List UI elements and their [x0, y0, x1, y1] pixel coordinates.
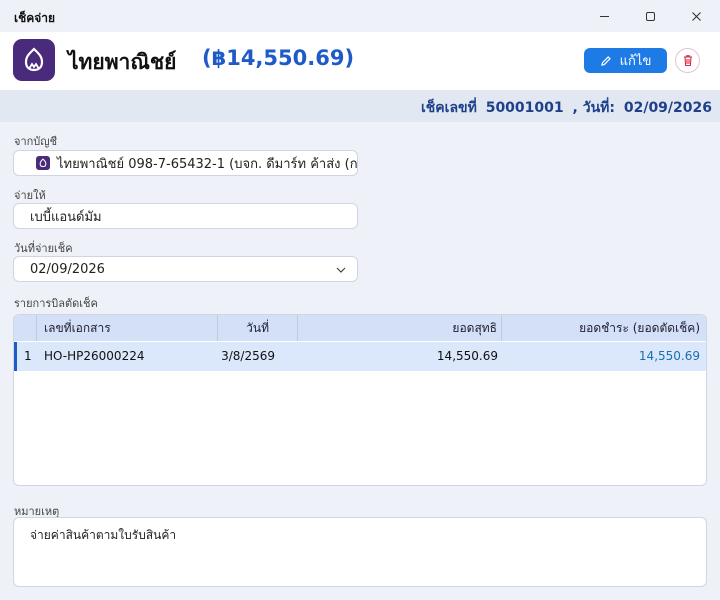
row-net: 14,550.69 — [436, 349, 498, 363]
header-paid[interactable]: ยอดชำระ (ยอดตัดเช็ค) — [502, 315, 706, 341]
cheque-amount: (฿14,550.69) — [202, 46, 355, 70]
close-button[interactable] — [673, 4, 719, 28]
bank-logo — [13, 39, 55, 81]
delete-button[interactable] — [675, 48, 700, 73]
from-account-label: จากบัญชี — [14, 135, 58, 148]
row-index: 1 — [24, 349, 32, 363]
row-paid[interactable]: 14,550.69 — [502, 342, 706, 371]
trash-icon — [683, 55, 692, 67]
from-account-value: ไทยพาณิชย์ 098-7-65432-1 (บจก. ดีมาร์ท ค… — [57, 156, 358, 172]
from-account-field[interactable]: ไทยพาณิชย์ 098-7-65432-1 (บจก. ดีมาร์ท ค… — [13, 150, 358, 176]
row-date: 3/8/2569 — [221, 349, 275, 363]
header-net[interactable]: ยอดสุทธิ — [298, 315, 502, 341]
row-selection-marker — [14, 342, 17, 371]
cheque-number: 50001001 — [485, 100, 564, 116]
bank-name: ไทยพาณิชย์ — [68, 50, 177, 74]
cheque-info: เช็คเลขที่ 50001001 , วันที่: 02/09/2026 — [417, 97, 712, 119]
edit-button[interactable]: แก้ไข — [584, 48, 667, 73]
close-icon — [691, 11, 701, 21]
bills-table: เลขที่เอกสาร วันที่ ยอดสุทธิ ยอดชำระ (ยอ… — [13, 314, 707, 486]
chevron-down-icon — [336, 267, 346, 273]
maximize-button[interactable] — [627, 4, 673, 28]
header-index-cell — [14, 315, 37, 341]
cheque-date: 02/09/2026 — [623, 100, 712, 116]
row-doc-no: HO-HP26000224 — [44, 349, 145, 363]
header-doc-no[interactable]: เลขที่เอกสาร — [37, 315, 218, 341]
bank-mini-logo-icon — [36, 156, 50, 170]
cheque-date-picker[interactable]: 02/09/2026 — [13, 256, 358, 282]
remark-value: จ่ายค่าสินค้าตามใบรับสินค้า — [30, 528, 177, 542]
scb-logo-icon — [24, 47, 44, 72]
minimize-button-ctl[interactable] — [581, 4, 627, 28]
minimize-icon — [599, 15, 609, 17]
maximize-icon — [645, 11, 655, 21]
header-date[interactable]: วันที่ — [218, 315, 298, 341]
edit-button-label: แก้ไข — [619, 54, 652, 69]
cheque-date-label: , วันที่: — [572, 100, 615, 116]
window-title: เช็คจ่าย — [14, 11, 56, 25]
bills-table-header: เลขที่เอกสาร วันที่ ยอดสุทธิ ยอดชำระ (ยอ… — [14, 315, 706, 341]
pencil-icon — [600, 55, 611, 66]
table-row[interactable]: 1 HO-HP26000224 3/8/2569 14,550.69 14,55… — [14, 342, 706, 371]
bills-section-label: รายการบิลตัดเช็ค — [14, 297, 98, 310]
payee-field[interactable]: เบบี้แอนด์มัม — [13, 203, 358, 229]
payee-label: จ่ายให้ — [14, 189, 46, 202]
cheque-info-bar: เช็คเลขที่ 50001001 , วันที่: 02/09/2026 — [0, 90, 720, 122]
cheque-date-value: 02/09/2026 — [30, 261, 105, 277]
payee-value: เบบี้แอนด์มัม — [30, 209, 102, 225]
cheque-date-field-label: วันที่จ่ายเช็ค — [14, 242, 73, 255]
remark-textarea[interactable]: จ่ายค่าสินค้าตามใบรับสินค้า — [13, 517, 707, 587]
document-header: ไทยพาณิชย์ (฿14,550.69) แก้ไข — [0, 32, 720, 90]
cheque-number-label: เช็คเลขที่ — [421, 100, 477, 116]
